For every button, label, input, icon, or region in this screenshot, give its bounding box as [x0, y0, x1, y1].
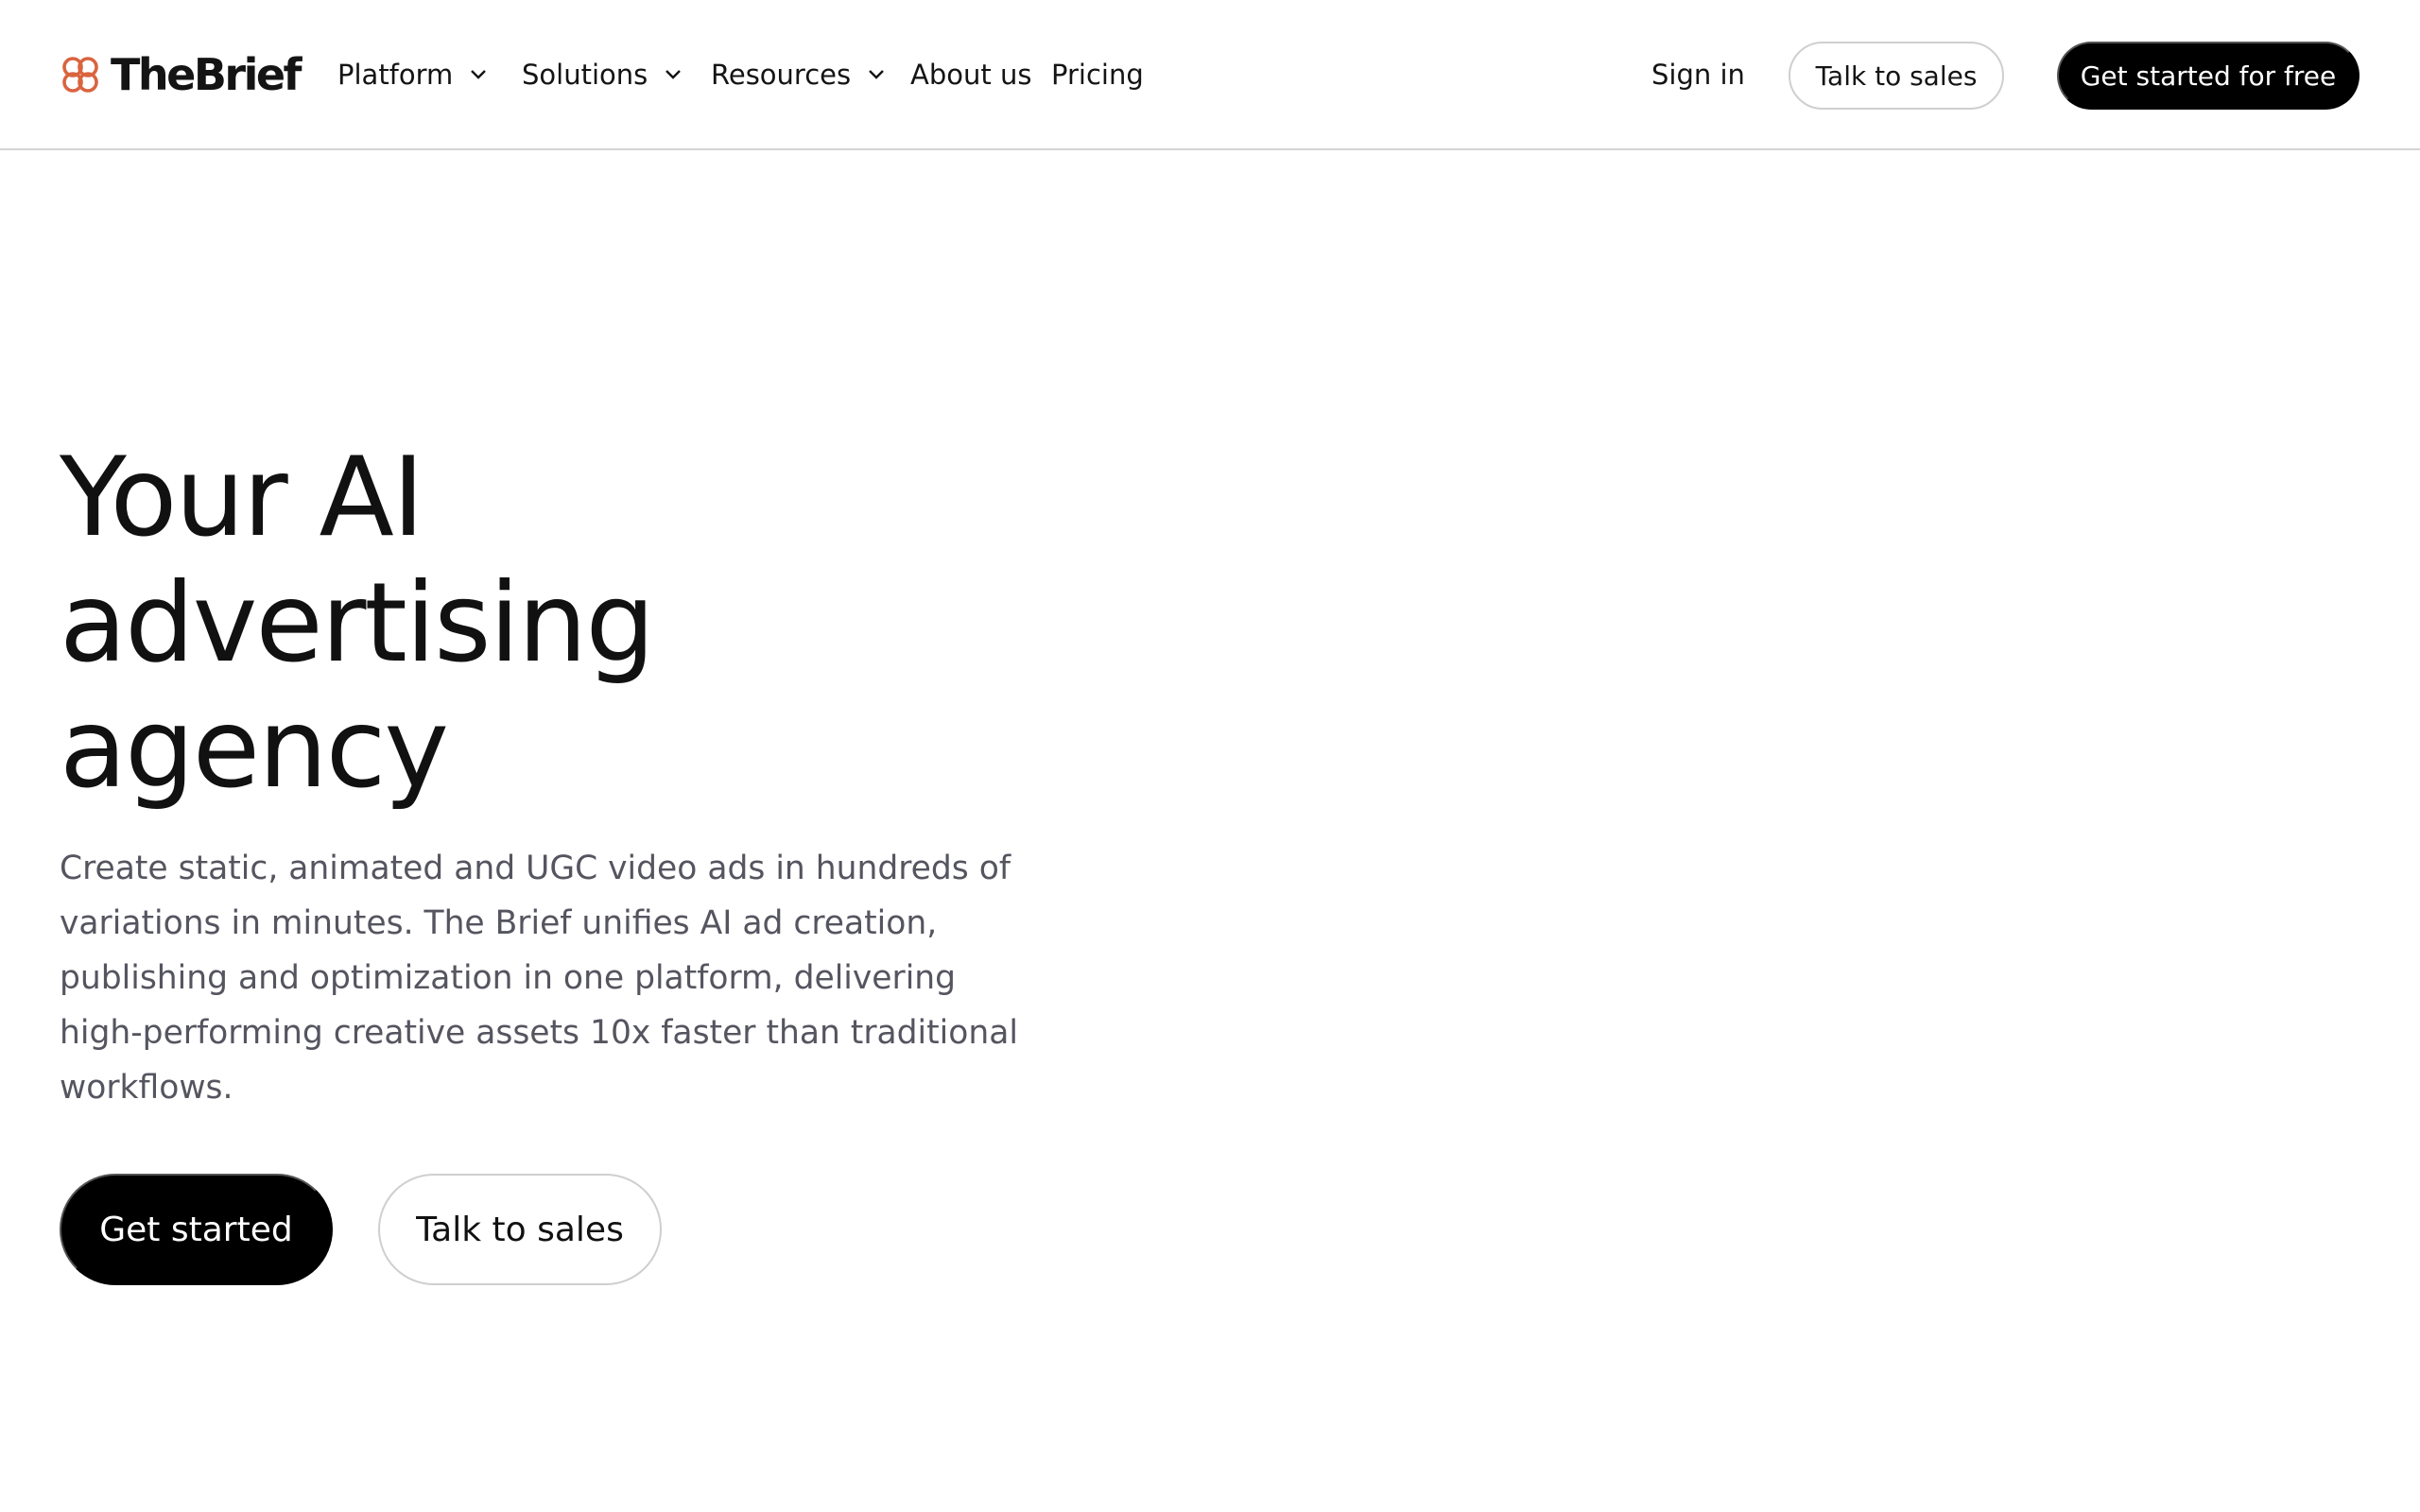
- chevron-down-icon: [666, 70, 682, 79]
- brand-logo-text: TheBrief: [111, 49, 302, 100]
- hero-get-started-button[interactable]: Get started: [60, 1174, 333, 1285]
- site-header: TheBrief Platform Solutions Resources Ab…: [0, 0, 2420, 150]
- hero-description-line: workflows.: [60, 1069, 233, 1107]
- brand-logo[interactable]: TheBrief: [60, 49, 302, 100]
- hero-talk-to-sales-button[interactable]: Talk to sales: [378, 1174, 662, 1285]
- hero-title-line: Your AI: [60, 434, 424, 561]
- sign-in-link[interactable]: Sign in: [1651, 53, 1745, 96]
- hero-description-line: Create static, animated and UGC video ad…: [60, 850, 1011, 887]
- chevron-down-icon: [869, 70, 884, 79]
- hero-title: Your AI advertising agency: [60, 435, 910, 812]
- thebrief-knot-logo-icon: [62, 57, 98, 93]
- hero-description-line: variations in minutes. The Brief unifies…: [60, 904, 938, 942]
- nav-pricing[interactable]: Pricing: [1051, 53, 1144, 96]
- nav-platform[interactable]: Platform: [337, 53, 487, 96]
- nav-platform-label: Platform: [337, 59, 454, 91]
- nav-solutions[interactable]: Solutions: [522, 53, 682, 96]
- chevron-down-icon: [471, 70, 487, 79]
- nav-solutions-label: Solutions: [522, 59, 648, 91]
- nav-resources-label: Resources: [711, 59, 852, 91]
- talk-to-sales-button[interactable]: Talk to sales: [1789, 42, 2004, 110]
- nav-resources[interactable]: Resources: [711, 53, 885, 96]
- nav-about-us-label: About us: [910, 59, 1032, 91]
- hero-title-line: advertising: [60, 559, 655, 687]
- hero-description-line: publishing and optimization in one platf…: [60, 959, 957, 997]
- hero-description: Create static, animated and UGC video ad…: [60, 841, 1018, 1115]
- get-started-free-button[interactable]: Get started for free: [2057, 42, 2360, 110]
- nav-pricing-label: Pricing: [1051, 59, 1144, 91]
- hero-title-line: agency: [60, 685, 449, 813]
- nav-about-us[interactable]: About us: [910, 53, 1031, 96]
- hero-description-line: high-performing creative assets 10x fast…: [60, 1014, 1018, 1052]
